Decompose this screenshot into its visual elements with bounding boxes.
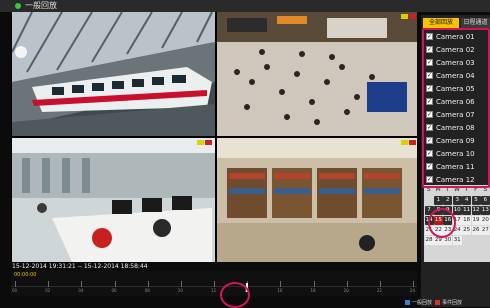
timeline-label: 16: [277, 288, 283, 293]
recording-type-legend: 一般回放 事件回放: [405, 298, 490, 306]
timeline-tick: [48, 281, 50, 287]
calendar-day[interactable]: 31: [452, 236, 462, 245]
timeline-tick: [313, 281, 315, 287]
calendar-day[interactable]: 11: [462, 206, 472, 215]
timeline-tick: [379, 281, 381, 287]
timeline-tick: [180, 281, 182, 287]
timeline-label: 20: [343, 288, 349, 293]
calendar-day[interactable]: 4: [462, 196, 472, 205]
timeline-label: 12: [211, 288, 217, 293]
calendar-day[interactable]: 13: [480, 206, 490, 215]
calendar-day[interactable]: 19: [471, 216, 481, 225]
camera-list-highlight-box: [422, 28, 490, 188]
timeline-tick: [346, 281, 348, 287]
timeline-label: 10: [177, 288, 183, 293]
legend-label: 一般回放: [412, 299, 433, 306]
calendar-day[interactable]: 25: [462, 226, 472, 235]
calendar-day[interactable]: 12: [471, 206, 481, 215]
timeline-tick: [147, 281, 149, 287]
tab-schedule-channel[interactable]: 日程通道: [461, 18, 490, 28]
timeline-tick: [114, 281, 116, 287]
playback-timeline[interactable]: 00:00:00 00020406081012141618202224: [11, 271, 417, 296]
calendar-day[interactable]: 1: [433, 196, 443, 205]
playhead-highlight-ring: [220, 282, 250, 308]
calendar-day[interactable]: 26: [471, 226, 481, 235]
timeline-label: 24: [410, 288, 416, 293]
timeline-label: 04: [78, 288, 84, 293]
playback-timestamp: 15-12-2014 19:31:21 -- 15-12-2014 18:58:…: [12, 263, 148, 270]
tab-all-playback[interactable]: 全部回放: [423, 18, 459, 28]
video-tile-office[interactable]: [12, 138, 215, 262]
video-tile-library[interactable]: [217, 138, 417, 262]
timeline-tick: [81, 281, 83, 287]
video-tile-hall[interactable]: [217, 12, 417, 136]
timeline-label: 02: [45, 288, 51, 293]
legend-swatch: [405, 299, 410, 305]
calendar-day[interactable]: 5: [471, 196, 481, 205]
timeline-tick: [413, 281, 414, 287]
timeline-label: 06: [111, 288, 117, 293]
timeline-label: 08: [144, 288, 150, 293]
title-bar: 一般回放: [0, 0, 490, 12]
calendar-day[interactable]: 10: [452, 206, 462, 215]
calendar-day[interactable]: 20: [480, 216, 490, 225]
timeline-label: 18: [310, 288, 316, 293]
calendar-day[interactable]: 28: [424, 236, 434, 245]
calendar-day[interactable]: 3: [452, 196, 462, 205]
timeline-label: 00: [12, 288, 18, 293]
selected-day-highlight-ring: [428, 208, 456, 238]
legend-label: 事件回放: [442, 299, 463, 306]
calendar-day[interactable]: 6: [480, 196, 490, 205]
video-tile-train[interactable]: [12, 12, 215, 136]
legend-swatch: [435, 299, 441, 305]
timeline-tick: [15, 281, 16, 287]
status-icon: [15, 3, 21, 9]
timeline-start-time: 00:00:00: [14, 272, 37, 278]
train-station-scene: [12, 12, 215, 136]
timeline-tick: [280, 281, 282, 287]
calendar-day[interactable]: 18: [462, 216, 472, 225]
calendar-day[interactable]: 27: [480, 226, 490, 235]
timeline-tick: [214, 281, 215, 287]
crowd-hall-scene: [217, 12, 417, 136]
window-title: 一般回放: [25, 1, 57, 10]
video-grid: [11, 12, 417, 262]
office-scene: [12, 138, 215, 262]
library-scene: [217, 138, 417, 262]
timeline-label: 22: [376, 288, 382, 293]
calendar-day[interactable]: 2: [443, 196, 453, 205]
